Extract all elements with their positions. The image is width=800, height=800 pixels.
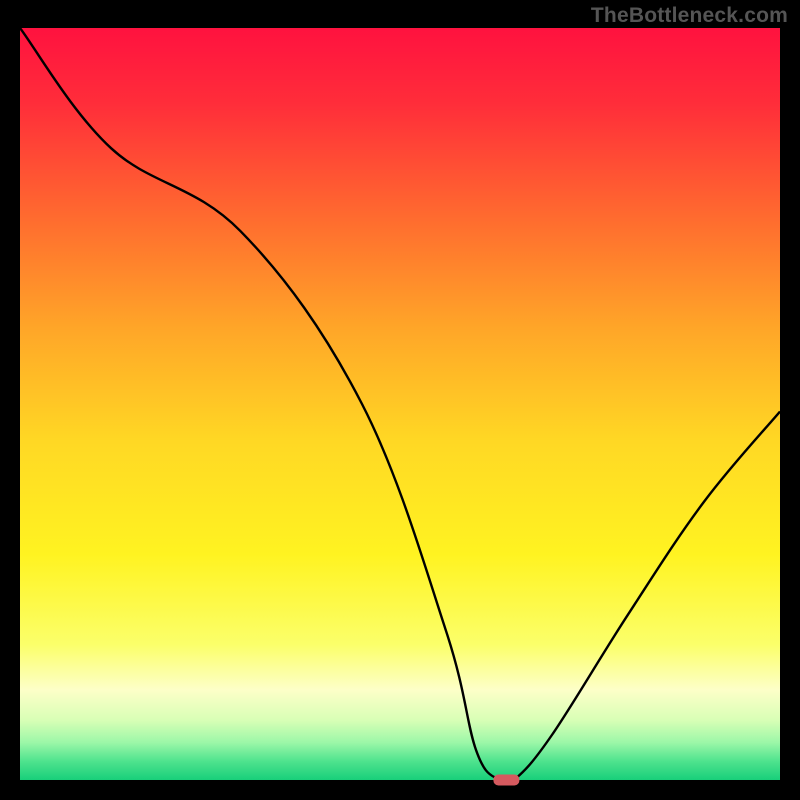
- watermark-text: TheBottleneck.com: [591, 4, 788, 28]
- bottleneck-chart: [0, 0, 800, 800]
- gradient-background: [20, 28, 780, 780]
- chart-stage: TheBottleneck.com: [0, 0, 800, 800]
- optimal-marker: [493, 775, 519, 786]
